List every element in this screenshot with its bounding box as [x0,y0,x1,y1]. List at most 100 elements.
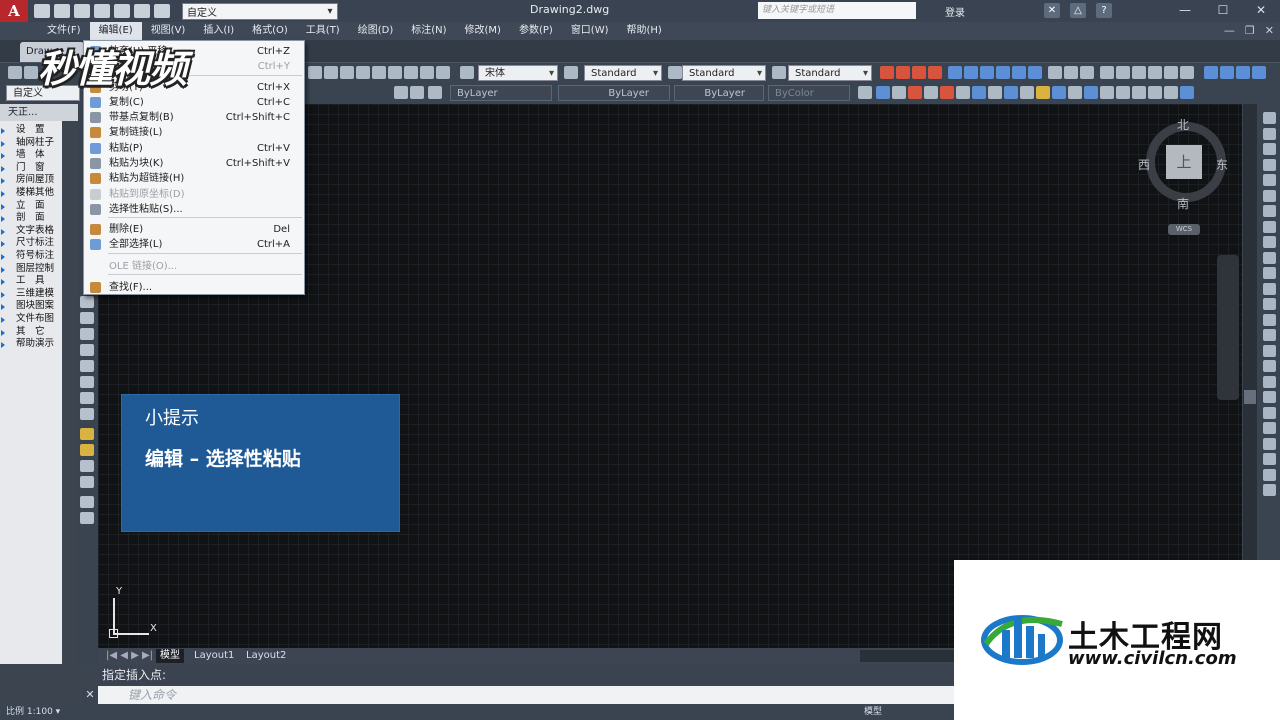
group-icon[interactable] [1263,375,1276,388]
edit-menu-item[interactable]: 粘贴(P) Ctrl+V [84,141,304,156]
edit-menu-item[interactable]: 复制链接(L) [84,125,304,140]
markup-icon[interactable] [372,66,386,79]
point-icon[interactable] [80,496,94,508]
compass-north[interactable]: 北 [1177,116,1189,133]
navigate-icon[interactable] [1164,86,1178,99]
tangent-menu-item[interactable]: 三维建模 [0,288,62,301]
table-style-icon[interactable] [772,66,786,79]
tangent-menu-item[interactable]: 文字表格 [0,225,62,238]
tangent-palette-header[interactable]: 天正... [0,104,78,121]
trim-icon[interactable] [1263,251,1276,264]
layer-settings-icon[interactable] [1100,86,1114,99]
dim-style-combo[interactable]: Standard ▾ [682,65,766,81]
linetype-combo[interactable]: ByLayer ▾ [558,85,670,101]
tangent-menu-item[interactable]: 剖 面 [0,212,62,225]
ellipse-icon[interactable] [80,444,94,456]
quick-dim-icon[interactable] [996,66,1010,79]
tangent-menu-item[interactable]: 文件布图 [0,313,62,326]
tangent-menu-item[interactable]: 设 置 [0,124,62,137]
dim-ordinate-icon[interactable] [928,66,942,79]
navigation-bar[interactable] [1217,255,1239,400]
sheet-set-icon[interactable] [356,66,370,79]
dim-aligned-icon[interactable] [896,66,910,79]
region-icon[interactable] [80,344,94,356]
help-icon[interactable] [436,66,450,79]
zoom-realtime-icon[interactable] [1263,484,1276,496]
dim-arc-icon[interactable] [912,66,926,79]
dim-angular-icon[interactable] [980,66,994,79]
menu-item-8[interactable]: 修改(M) [456,22,510,40]
edit-menu-item[interactable]: 删除(E) Del [84,222,304,237]
boundary-icon[interactable] [80,328,94,340]
layer-walk-icon[interactable] [892,86,906,99]
edit-menu-item[interactable]: 粘贴为块(K) Ctrl+Shift+V [84,156,304,171]
qnew-icon[interactable] [8,66,22,79]
break-icon[interactable] [1263,282,1276,295]
copy-icon[interactable] [1263,127,1276,140]
edit-menu-item[interactable]: 全部选择(L) Ctrl+A [84,237,304,252]
help-icon[interactable]: ? [1096,3,1112,18]
layer-merge-icon[interactable] [988,86,1002,99]
tangent-menu-item[interactable]: 符号标注 [0,250,62,263]
mirror-icon[interactable] [1263,143,1276,155]
open-file-icon[interactable] [54,4,70,18]
save-icon[interactable] [74,4,90,18]
scale-icon[interactable] [1164,66,1178,79]
layer-unlock-icon[interactable] [972,86,986,99]
print-icon[interactable] [114,4,130,18]
doc-minimize-button[interactable]: — [1224,24,1235,37]
command-close-icon[interactable]: ✕ [82,686,98,704]
maximize-button[interactable]: ☐ [1204,0,1242,20]
redo-icon[interactable] [154,4,170,18]
doc-close-button[interactable]: ✕ [1265,24,1274,37]
tangent-menu-item[interactable]: 图层控制 [0,263,62,276]
explode-icon[interactable] [1263,344,1276,357]
tab-layout2[interactable]: Layout2 [242,649,290,663]
tangent-menu-item[interactable]: 图块图案 [0,300,62,313]
model-space-toggle[interactable]: 模型 [864,705,882,720]
rotate-icon[interactable] [1263,205,1276,217]
dim-radius-icon[interactable] [948,66,962,79]
plot-style-combo[interactable]: ByColor [768,85,850,101]
make-block-icon[interactable] [80,476,94,488]
array-icon[interactable] [1263,174,1276,186]
login-button[interactable]: 登录 [945,4,965,19]
spline-icon[interactable] [80,428,94,440]
tangent-menu-item[interactable]: 楼梯其他 [0,187,62,200]
view-manager-icon[interactable] [1180,86,1194,99]
table-style-combo[interactable]: Standard ▾ [788,65,872,81]
edit-menu-item[interactable]: 带基点复制(B) Ctrl+Shift+C [84,110,304,125]
dim-style-icon[interactable] [668,66,682,79]
layer-previous-icon[interactable] [410,86,424,99]
block-icon[interactable] [420,66,434,79]
minimize-button[interactable]: — [1166,0,1204,20]
color-combo[interactable]: ByLayer ▾ [450,85,552,101]
erase-icon[interactable] [1263,112,1276,124]
tangent-menu-item[interactable]: 门 窗 [0,162,62,175]
open-icon[interactable] [24,66,38,79]
menu-item-6[interactable]: 绘图(D) [349,22,403,40]
annotation-scale[interactable]: 比例 1:100 ▾ [6,705,60,720]
layer-copy-icon[interactable] [1052,86,1066,99]
copy-object-icon[interactable] [1116,66,1130,79]
dim-linear-icon[interactable] [880,66,894,79]
tangent-menu-item[interactable]: 墙 体 [0,149,62,162]
scale-icon[interactable] [1263,220,1276,233]
hatch-icon[interactable] [80,296,94,308]
move-icon[interactable] [1100,66,1114,79]
tab-model[interactable]: 模型 [156,649,184,663]
menu-item-11[interactable]: 帮助(H) [618,22,671,40]
edit-menu-item[interactable]: 复制(C) Ctrl+C [84,95,304,110]
layer-filter-icon[interactable] [1084,86,1098,99]
zoom-previous-icon[interactable] [1252,66,1266,79]
recover-icon[interactable] [1263,437,1276,450]
tolerance-icon[interactable] [1048,66,1062,79]
tangent-menu-item[interactable]: 工 具 [0,275,62,288]
menu-item-4[interactable]: 格式(O) [243,22,297,40]
render-icon[interactable] [876,86,890,99]
zoom-window-icon[interactable] [1236,66,1250,79]
design-center-icon[interactable] [324,66,338,79]
tangent-menu-item[interactable]: 轴网柱子 [0,137,62,150]
chamfer-icon[interactable] [1263,313,1276,326]
move-icon[interactable] [1263,189,1276,202]
